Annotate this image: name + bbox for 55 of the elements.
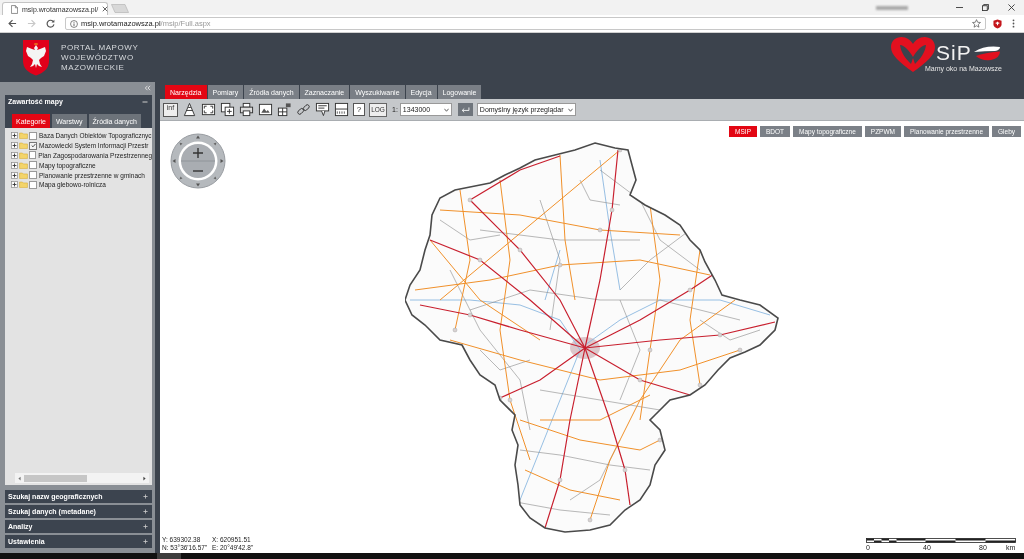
minus-icon[interactable] (142, 98, 148, 105)
layer-checkbox[interactable] (29, 141, 37, 150)
restore-icon (981, 4, 989, 11)
shield-icon[interactable] (993, 18, 1002, 29)
layer-checkbox[interactable] (29, 131, 37, 140)
logo-text: SiP (935, 42, 972, 63)
portal-title: PORTAL MAPOWY WOJEWÓDZTWO MAZOWIECKIE (61, 42, 139, 73)
back-arrow-icon (8, 19, 17, 28)
plus-icon (143, 509, 148, 514)
caret-icon (567, 107, 573, 112)
forward-arrow-icon (27, 19, 36, 28)
add-window-icon[interactable] (220, 102, 235, 117)
caret-icon (443, 107, 449, 112)
menu-icon[interactable] (1012, 19, 1015, 28)
link-icon[interactable] (296, 102, 311, 117)
layer-checkbox[interactable] (29, 171, 37, 180)
horizontal-scrollbar[interactable] (15, 473, 149, 483)
return-arrow-icon (460, 106, 470, 113)
layer-checkbox[interactable] (29, 180, 37, 189)
image-icon[interactable] (258, 102, 273, 117)
ruler-box-icon[interactable] (334, 102, 349, 117)
bookmark-star-icon[interactable] (972, 19, 981, 28)
expand-icon[interactable] (11, 152, 18, 159)
plus-icon (143, 494, 148, 499)
expand-icon[interactable] (11, 132, 18, 140)
enter-button[interactable] (457, 103, 473, 116)
layer-checkbox[interactable] (29, 161, 37, 170)
fullscreen-icon[interactable] (201, 102, 216, 117)
print-icon[interactable] (239, 102, 254, 117)
plus-icon (143, 539, 148, 544)
reload-icon (46, 19, 55, 28)
zoom-in-button[interactable] (192, 147, 204, 159)
layout-icon[interactable] (277, 102, 292, 117)
tab-close-button[interactable] (102, 6, 109, 12)
pan-control[interactable] (170, 133, 226, 189)
plus-icon (143, 524, 148, 529)
expand-icon[interactable] (11, 161, 18, 169)
cone-icon[interactable] (182, 102, 197, 117)
layer-checkbox[interactable] (29, 151, 37, 160)
info-icon (70, 19, 78, 28)
scrollbar-thumb[interactable] (24, 474, 87, 482)
comment-icon[interactable] (315, 102, 330, 117)
close-icon (1007, 4, 1015, 11)
coat-of-arms-icon (22, 39, 50, 76)
blurred-profile-name (876, 5, 908, 10)
scroll-right-icon[interactable] (143, 475, 146, 481)
expand-icon[interactable] (11, 171, 18, 179)
expand-icon[interactable] (11, 142, 18, 150)
scroll-left-icon[interactable] (18, 475, 21, 481)
plus-icon (192, 147, 204, 159)
help-button[interactable]: ? (353, 103, 365, 116)
close-icon (102, 6, 109, 12)
expand-icon[interactable] (11, 181, 18, 189)
checkmark-icon (30, 143, 36, 149)
minimize-icon (955, 4, 963, 11)
